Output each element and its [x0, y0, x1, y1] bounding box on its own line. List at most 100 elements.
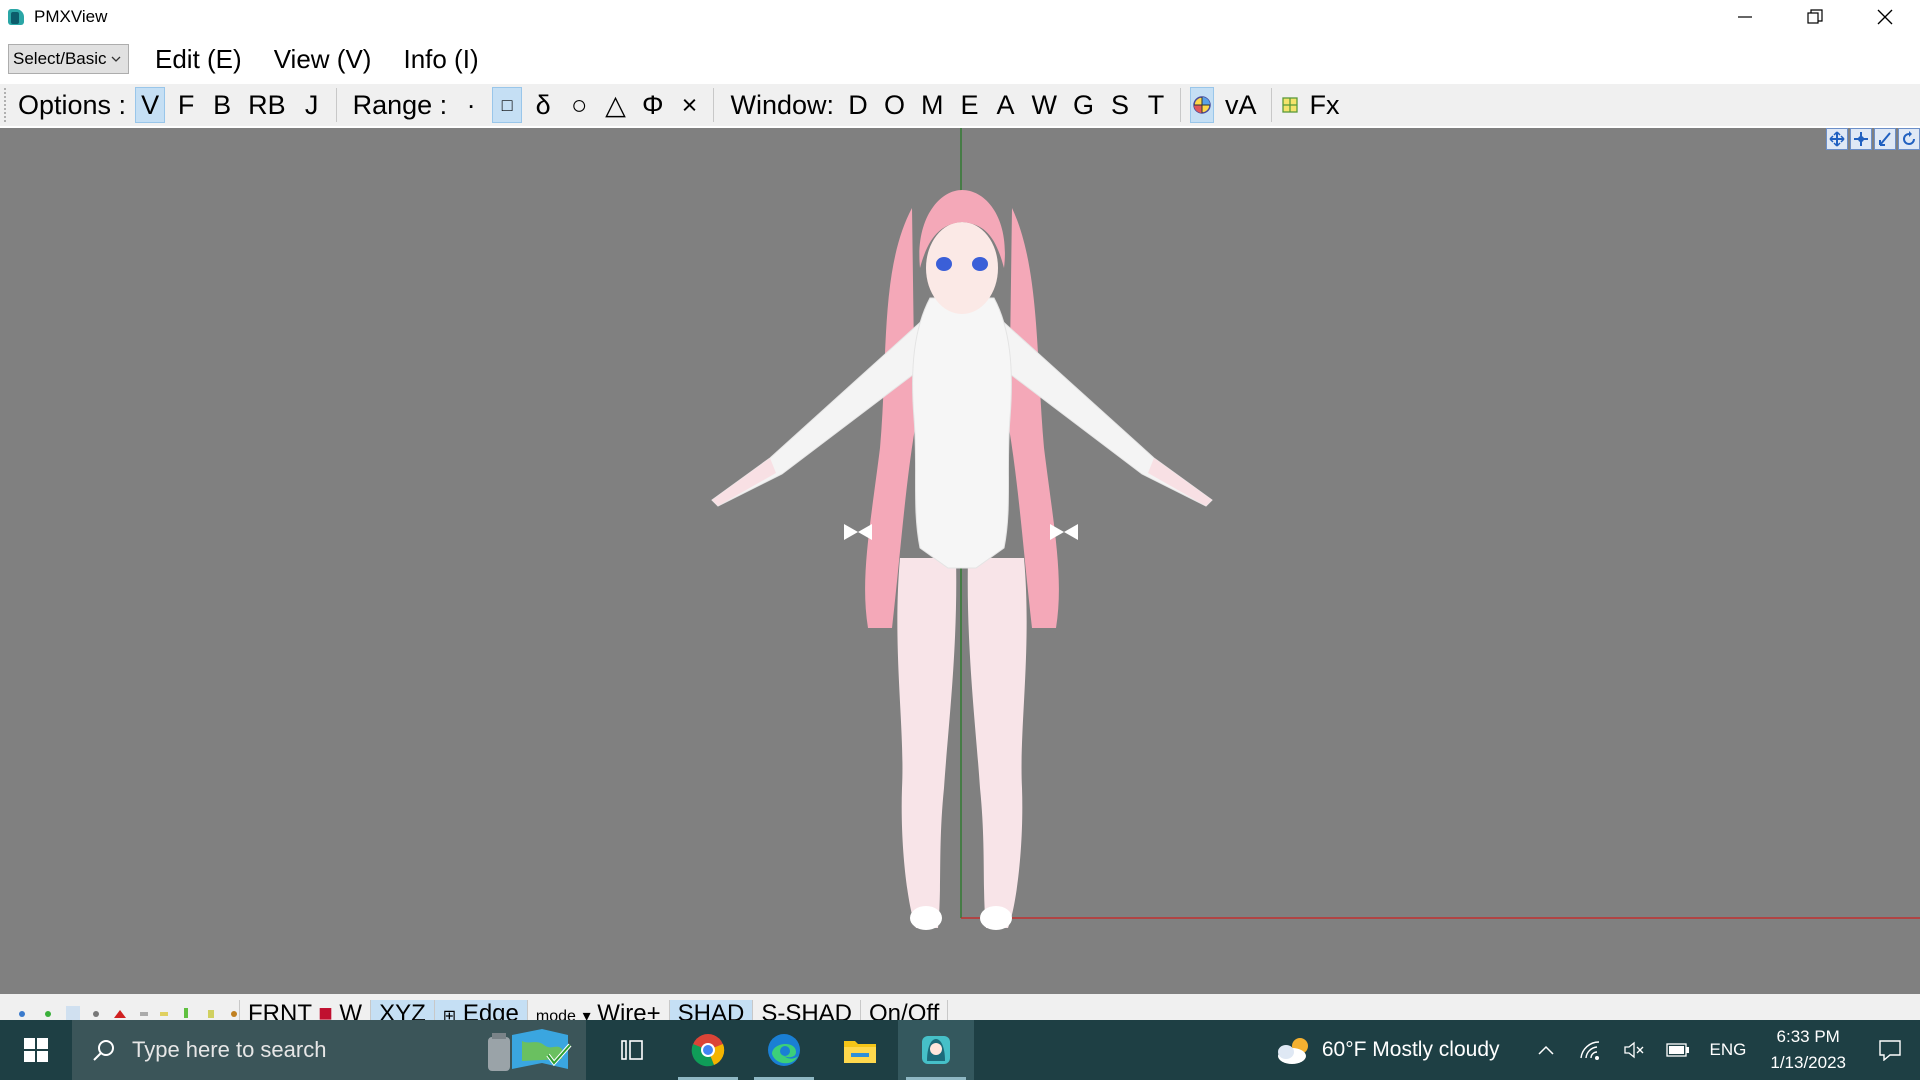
cloudy-weather-icon	[1277, 1038, 1308, 1064]
xyz-button[interactable]: XYZ	[371, 1000, 435, 1020]
option-vertex-button[interactable]: V	[135, 87, 166, 123]
s-shad-button[interactable]: S-SHAD	[753, 1000, 862, 1020]
mode-dropdown-icon: ▾	[582, 1008, 591, 1020]
minimize-button[interactable]	[1710, 0, 1780, 34]
chevron-up-icon	[1537, 1045, 1554, 1055]
window-title: PMXView	[34, 7, 108, 26]
menu-info[interactable]: Info (I)	[397, 44, 484, 75]
range-rect-button[interactable]: □	[492, 87, 523, 123]
input-language[interactable]: ENG	[1710, 1040, 1747, 1060]
windows-logo-icon	[24, 1038, 48, 1062]
start-button[interactable]	[0, 1020, 72, 1080]
grid-icon-button[interactable]	[1281, 87, 1299, 123]
window-a-button[interactable]: A	[991, 87, 1021, 123]
window-label: Window:	[730, 89, 835, 120]
chevron-down-icon	[111, 56, 121, 62]
character-model	[711, 190, 1213, 930]
folder-icon	[844, 1041, 876, 1063]
on-off-button[interactable]: On/Off	[861, 1000, 949, 1020]
window-o-button[interactable]: O	[879, 87, 910, 123]
clock-date: 1/13/2023	[1770, 1053, 1846, 1072]
taskbar-file-explorer[interactable]	[822, 1020, 898, 1080]
battery-icon	[1665, 1043, 1689, 1057]
range-delta-button[interactable]: δ	[528, 87, 558, 123]
mode-select[interactable]: Select/Basic	[8, 44, 129, 74]
toolbar-separator	[1270, 88, 1272, 122]
clock-time: 6:33 PM	[1776, 1027, 1840, 1046]
network-button[interactable]	[1568, 1020, 1612, 1080]
window-d-button[interactable]: D	[843, 87, 873, 123]
pmxview-app-icon	[6, 7, 26, 27]
chrome-icon	[691, 1034, 725, 1067]
edge-icon: ⊞	[442, 1008, 457, 1020]
option-joint-button[interactable]: J	[297, 87, 327, 123]
toolbar-separator	[335, 88, 337, 122]
search-highlight-icon	[488, 1029, 572, 1071]
status-toolbar: FRNT ■ W XYZ ⊞ Edge mode ▾ Wire+ SHAD S-…	[0, 994, 1920, 1020]
range-circle-button[interactable]: ○	[564, 87, 594, 123]
battery-button[interactable]	[1656, 1020, 1700, 1080]
restore-button[interactable]	[1780, 0, 1850, 34]
taskbar-chrome[interactable]	[670, 1020, 746, 1080]
clock[interactable]: 6:33 PM 1/13/2023	[1770, 1024, 1846, 1076]
notification-icon	[1879, 1040, 1901, 1061]
edge-button[interactable]: ⊞ Edge	[434, 1000, 528, 1020]
task-view-button[interactable]	[594, 1020, 670, 1080]
menu-view[interactable]: View (V)	[268, 44, 378, 75]
eye-right	[972, 257, 988, 271]
volume-muted-icon	[1623, 1041, 1643, 1059]
taskbar-edge[interactable]	[746, 1020, 822, 1080]
3d-viewport[interactable]	[0, 128, 1920, 994]
status-icons	[19, 1006, 237, 1020]
task-view-icon	[621, 1040, 643, 1060]
range-triangle-button[interactable]: △	[600, 87, 631, 123]
va-button[interactable]: vA	[1220, 87, 1262, 123]
front-view-button[interactable]: FRNT ■ W	[240, 1000, 372, 1020]
fx-button[interactable]: Fx	[1305, 87, 1345, 123]
option-rigidbody-button[interactable]: RB	[243, 87, 291, 123]
close-icon	[1877, 9, 1893, 25]
leg-right	[967, 558, 1027, 928]
volume-button[interactable]	[1612, 1020, 1656, 1080]
mode-select-value: Select/Basic	[13, 49, 107, 68]
range-phi-button[interactable]: Φ	[637, 87, 669, 123]
window-s-button[interactable]: S	[1105, 87, 1135, 123]
range-cross-button[interactable]: ×	[674, 87, 704, 123]
minimize-icon	[1738, 16, 1752, 18]
show-hidden-icons-button[interactable]	[1524, 1020, 1568, 1080]
shad-button[interactable]: SHAD	[669, 1000, 754, 1020]
window-t-button[interactable]: T	[1141, 87, 1171, 123]
weather-status[interactable]: 60°F Mostly cloudy	[1322, 1038, 1500, 1062]
face	[926, 222, 998, 314]
bodysuit	[912, 297, 1012, 569]
windows-taskbar: Type here to search 60°F Mostly cloudy E…	[0, 1020, 1920, 1080]
status-icon-strip[interactable]	[0, 1000, 240, 1020]
color-wheel-button[interactable]	[1190, 87, 1215, 123]
range-point-button[interactable]: ·	[456, 87, 486, 123]
leg-left	[897, 558, 957, 928]
edge-browser-icon	[768, 1034, 800, 1066]
option-face-button[interactable]: F	[171, 87, 201, 123]
window-m-button[interactable]: M	[916, 87, 949, 123]
pmxview-icon	[922, 1036, 950, 1064]
search-box[interactable]: Type here to search	[72, 1020, 586, 1080]
bow-left	[844, 524, 872, 540]
window-g-button[interactable]: G	[1068, 87, 1099, 123]
bow-right	[1050, 524, 1078, 540]
menu-edit[interactable]: Edit (E)	[149, 44, 248, 75]
red-square-icon: ■	[318, 1000, 333, 1020]
shoe-left	[910, 906, 942, 930]
search-icon	[93, 1040, 114, 1061]
taskbar-pmxview[interactable]	[898, 1020, 974, 1080]
window-w-button[interactable]: W	[1027, 87, 1062, 123]
eye-left	[936, 257, 952, 271]
main-toolbar: Options : V F B RB J Range : · □ δ ○ △ Φ…	[0, 84, 1920, 126]
options-label: Options :	[18, 89, 127, 120]
option-bone-button[interactable]: B	[207, 87, 237, 123]
close-button[interactable]	[1850, 0, 1920, 34]
wire-mode-button[interactable]: mode ▾ Wire+	[528, 1000, 670, 1020]
color-wheel-icon	[1193, 96, 1211, 114]
notifications-button[interactable]	[1860, 1020, 1920, 1080]
window-e-button[interactable]: E	[955, 87, 985, 123]
grid-icon	[1281, 97, 1298, 113]
